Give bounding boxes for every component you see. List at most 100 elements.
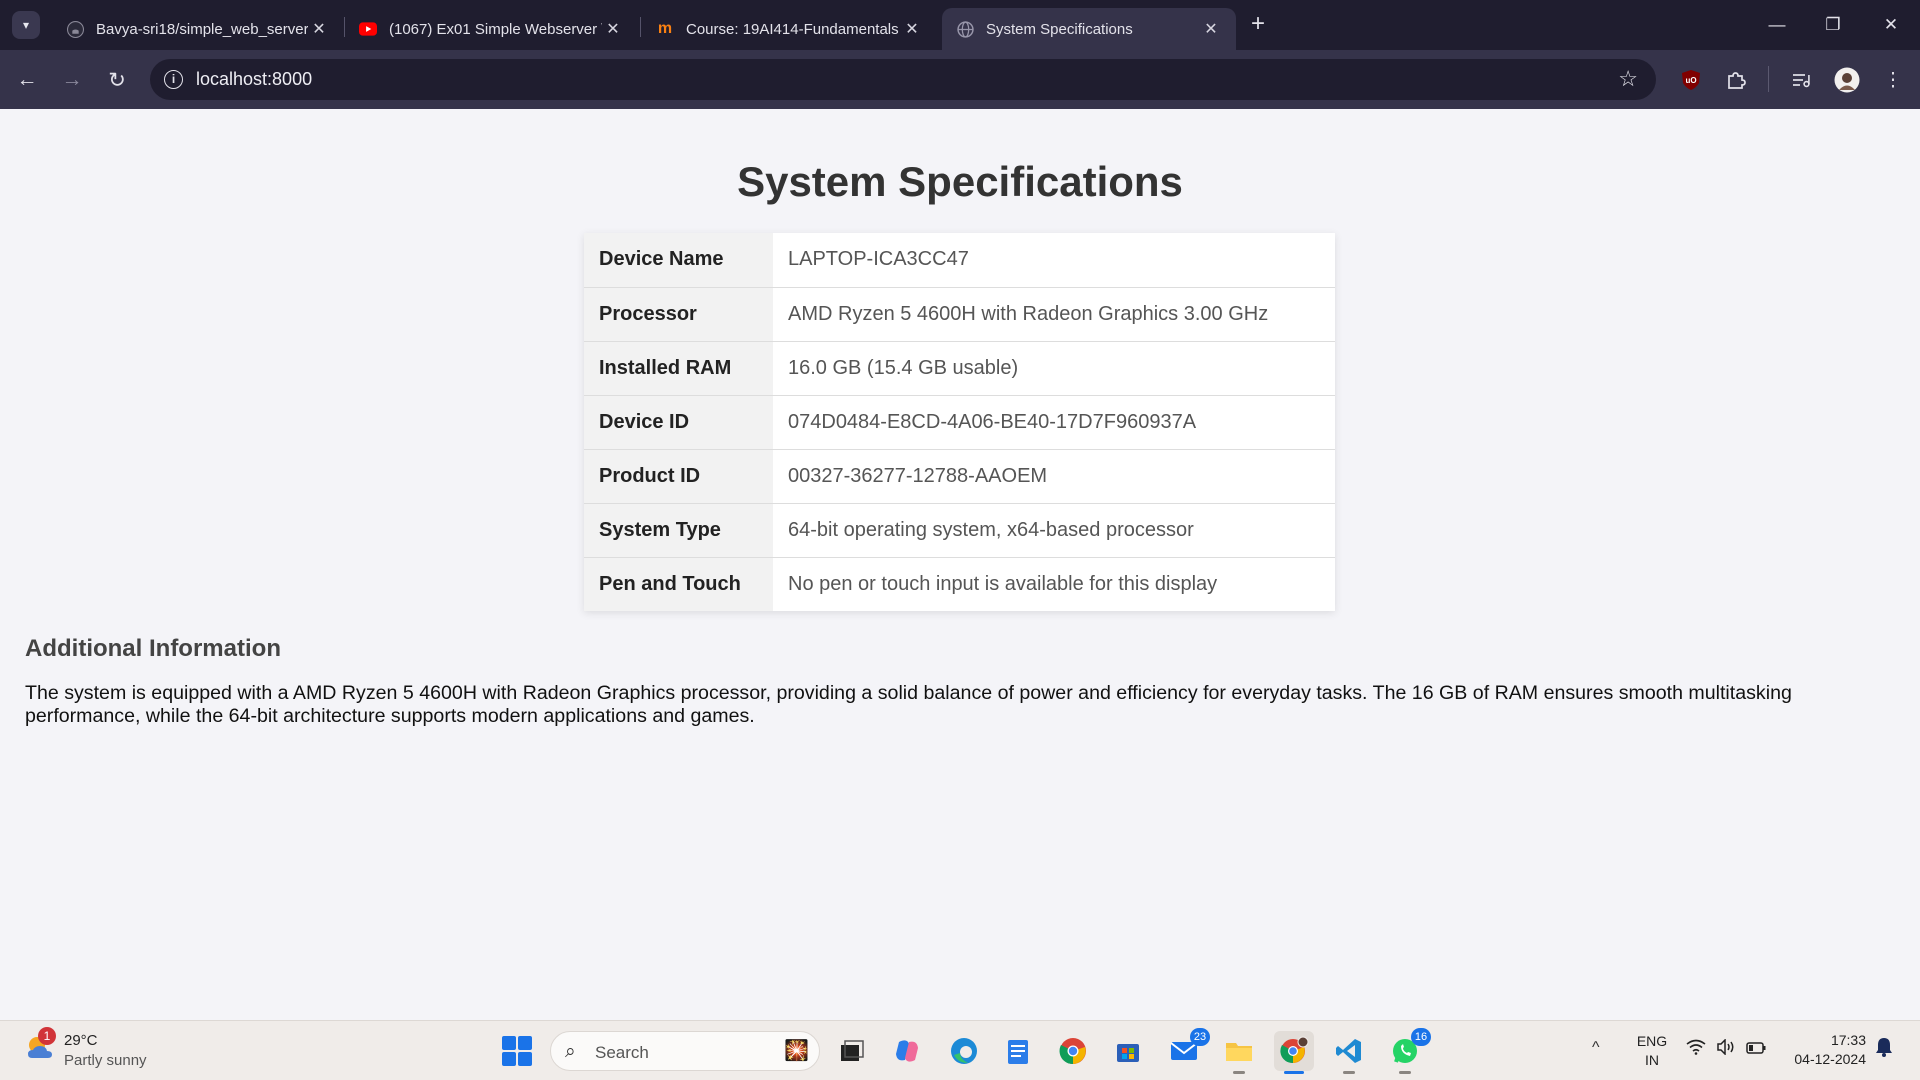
tab-title: System Specifications — [986, 20, 1133, 38]
spec-row-system-type: System Type 64-bit operating system, x64… — [584, 503, 1335, 558]
spec-row-pen-and-touch: Pen and Touch No pen or touch input is a… — [584, 557, 1335, 611]
spec-label: System Type — [584, 503, 773, 558]
additional-info-paragraph: The system is equipped with a AMD Ryzen … — [25, 682, 1792, 727]
system-clock[interactable]: 17:33 04-12-2024 — [1770, 1031, 1866, 1069]
address-bar[interactable]: i localhost:8000 ☆ — [150, 59, 1656, 100]
weather-description: Partly sunny — [64, 1052, 147, 1069]
spec-label: Processor — [584, 287, 773, 342]
more-menu-icon[interactable]: ⋮ — [1880, 67, 1906, 93]
youtube-icon — [359, 20, 377, 38]
toolbar-divider — [1768, 66, 1769, 92]
close-icon[interactable]: ✕ — [602, 19, 624, 39]
wifi-icon[interactable] — [1686, 1039, 1706, 1060]
vscode-icon — [1336, 1039, 1361, 1063]
bookmark-star-icon[interactable]: ☆ — [1618, 66, 1638, 92]
search-icon: ⌕ — [565, 1041, 576, 1062]
spec-value: 64-bit operating system, x64-based proce… — [773, 503, 1335, 558]
vscode-button[interactable] — [1329, 1031, 1369, 1074]
url-text[interactable]: localhost:8000 — [196, 69, 312, 90]
store-icon — [1117, 1044, 1139, 1062]
close-icon[interactable]: ✕ — [1200, 19, 1222, 39]
page-title: System Specifications — [737, 158, 1183, 205]
tab-title: Course: 19AI414-Fundamentals — [686, 20, 899, 38]
new-tab-button[interactable]: + — [1245, 12, 1271, 38]
specifications-table: Device Name LAPTOP-ICA3CC47 Processor AM… — [584, 233, 1335, 611]
task-view-icon — [841, 1040, 864, 1061]
browser-tab-strip: ▾ Bavya-sri18/simple_web_server ✕ (1067)… — [0, 0, 1920, 50]
folder-icon — [1226, 1043, 1252, 1061]
chrome-icon — [1280, 1036, 1309, 1064]
mail-button[interactable]: 23 — [1164, 1028, 1210, 1071]
spec-label: Product ID — [584, 449, 773, 504]
tab-divider — [640, 17, 641, 37]
tab-title: Bavya-sri18/simple_web_server — [96, 20, 308, 38]
show-hidden-icons-button[interactable]: ^ — [1592, 1039, 1600, 1057]
spec-row-installed-ram: Installed RAM 16.0 GB (15.4 GB usable) — [584, 341, 1335, 396]
copilot-button[interactable] — [887, 1031, 927, 1071]
tab-system-specifications[interactable]: System Specifications ✕ — [942, 8, 1236, 50]
tab-search-button[interactable]: ▾ — [12, 11, 40, 39]
plus-icon: + — [1250, 10, 1265, 37]
notepad-button[interactable] — [998, 1031, 1038, 1071]
tab-moodle-course[interactable]: m Course: 19AI414-Fundamentals ✕ — [642, 8, 937, 50]
back-button[interactable]: ← — [12, 65, 42, 95]
spec-label: Installed RAM — [584, 341, 773, 396]
chrome-button[interactable] — [1053, 1031, 1093, 1071]
tab-title: (1067) Ex01 Simple Webserver \ — [389, 20, 602, 38]
chrome-profile-button[interactable] — [1274, 1031, 1314, 1074]
page-content: System Specifications Device Name LAPTOP… — [0, 109, 1920, 1020]
volume-icon[interactable] — [1716, 1038, 1736, 1060]
close-window-button[interactable]: ✕ — [1878, 12, 1904, 38]
github-icon — [66, 20, 84, 38]
media-controls-icon[interactable] — [1788, 67, 1814, 93]
spec-value: 16.0 GB (15.4 GB usable) — [773, 341, 1335, 396]
extensions-puzzle-icon[interactable] — [1723, 67, 1749, 93]
restore-button[interactable]: ❐ — [1820, 12, 1846, 38]
close-icon[interactable]: ✕ — [901, 19, 923, 39]
weather-temperature: 29°C — [64, 1032, 98, 1049]
spec-label: Device Name — [584, 233, 773, 288]
search-label: Search — [595, 1043, 649, 1062]
restore-icon: ❐ — [1825, 15, 1841, 34]
tab-github[interactable]: Bavya-sri18/simple_web_server ✕ — [52, 8, 344, 50]
reload-button[interactable]: ↻ — [102, 65, 132, 95]
tab-youtube[interactable]: (1067) Ex01 Simple Webserver \ ✕ — [345, 8, 638, 50]
whatsapp-button[interactable]: 16 — [1385, 1028, 1431, 1074]
forward-button[interactable]: → — [57, 65, 87, 95]
edge-button[interactable] — [944, 1031, 984, 1071]
ublock-extension-icon[interactable]: uO — [1678, 67, 1704, 93]
spec-label: Device ID — [584, 395, 773, 450]
taskbar-search[interactable]: ⌕ Search 🎇 — [550, 1031, 820, 1071]
chevron-up-icon: ^ — [1592, 1039, 1600, 1056]
search-highlight-icon: 🎇 — [784, 1040, 809, 1062]
battery-icon[interactable] — [1746, 1039, 1766, 1059]
microsoft-store-button[interactable] — [1108, 1031, 1148, 1071]
arrow-right-icon: → — [61, 68, 83, 91]
moodle-icon: m — [657, 20, 673, 37]
task-view-button[interactable] — [832, 1031, 872, 1071]
clock-time: 17:33 — [1830, 1032, 1866, 1048]
spec-row-processor: Processor AMD Ryzen 5 4600H with Radeon … — [584, 287, 1335, 342]
copilot-icon — [896, 1040, 918, 1062]
windows-taskbar: 1 29°C Partly sunny ⌕ Search 🎇 23 16 ^ E… — [0, 1020, 1920, 1080]
language-code: ENG — [1636, 1033, 1668, 1049]
browser-toolbar: ← → ↻ i localhost:8000 ☆ uO ⋮ — [0, 50, 1920, 109]
windows-logo-icon — [502, 1036, 516, 1050]
chrome-icon — [1059, 1038, 1086, 1065]
profile-avatar[interactable] — [1834, 67, 1860, 93]
input-language-indicator[interactable]: ENG IN — [1634, 1032, 1670, 1070]
close-icon[interactable]: ✕ — [308, 19, 330, 39]
spec-value: 074D0484-E8CD-4A06-BE40-17D7F960937A — [773, 395, 1335, 450]
minimize-button[interactable]: — — [1764, 12, 1790, 38]
file-explorer-button[interactable] — [1219, 1031, 1259, 1074]
edge-icon — [951, 1038, 977, 1064]
start-button[interactable] — [502, 1036, 532, 1066]
spec-label: Pen and Touch — [584, 557, 773, 611]
whatsapp-unread-badge: 16 — [1411, 1028, 1431, 1046]
spec-row-product-id: Product ID 00327-36277-12788-AAOEM — [584, 449, 1335, 504]
notification-bell-icon[interactable] — [1875, 1037, 1893, 1062]
spec-value: LAPTOP-ICA3CC47 — [773, 233, 1335, 288]
globe-icon — [956, 20, 974, 38]
site-info-icon[interactable]: i — [164, 70, 183, 89]
weather-alert-badge: 1 — [38, 1027, 56, 1045]
